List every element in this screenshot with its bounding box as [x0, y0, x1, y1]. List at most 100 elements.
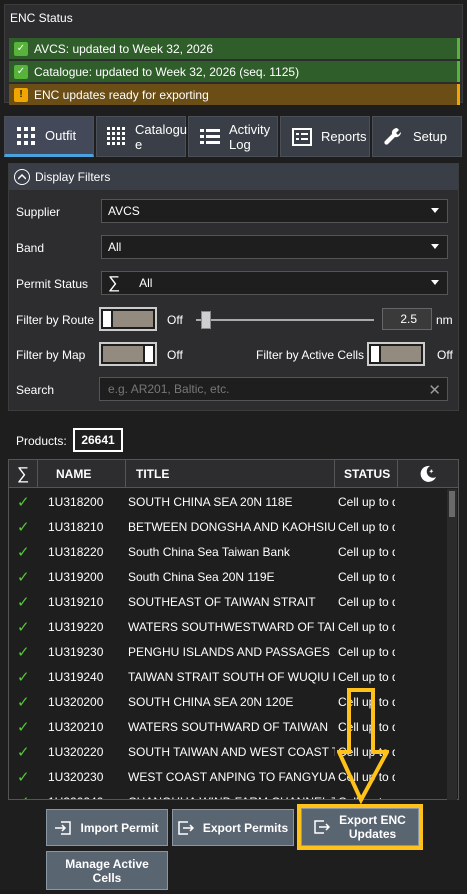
tab-setup[interactable]: Setup	[372, 116, 462, 157]
cell-title: WEST COAST ANPING TO FANGYUAN I	[128, 769, 335, 784]
table-row[interactable]: ✓ 1U318220 South China Sea Taiwan Bank Cell…	[9, 539, 447, 564]
import-icon	[55, 820, 72, 835]
cell-title: South China Sea 20N 119E	[128, 569, 275, 584]
slider-thumb[interactable]	[201, 311, 211, 329]
check-icon: ✓	[17, 543, 30, 561]
cell-title: SOUTH CHINA SEA 20N 118E	[128, 494, 293, 509]
table-row[interactable]: ✓ 1U318200 SOUTH CHINA SEA 20N 118E Cell up…	[9, 489, 447, 514]
table-row[interactable]: ✓ 1U318210 BETWEEN DONGSHA AND KAOHSIUNG Ce…	[9, 514, 447, 539]
cell-title: WATERS SOUTHWARD OF TAIWAN	[128, 719, 328, 734]
toggle-knob	[103, 311, 111, 327]
cell-name: 1U319220	[48, 619, 104, 634]
column-header-name[interactable]: NAME	[38, 460, 126, 488]
distance-unit: nm	[436, 313, 453, 327]
toggle-knob	[145, 346, 153, 362]
report-icon	[291, 126, 313, 148]
wrench-icon	[383, 126, 405, 148]
cell-name: 1U319240	[48, 669, 104, 684]
checkbox-check-icon: ✓	[14, 41, 28, 56]
check-icon: ✓	[17, 768, 30, 786]
manage-active-cells-button[interactable]: Manage Active Cells	[46, 851, 168, 890]
tab-reports[interactable]: Reports	[280, 116, 370, 157]
tab-outfit[interactable]: Outfit	[4, 116, 94, 157]
cell-title: SOUTH TAIWAN AND WEST COAST TO	[128, 744, 335, 759]
toggle-knob	[371, 346, 379, 362]
display-filters-title: Display Filters	[35, 170, 111, 184]
filter-by-active-cells-label: Filter by Active Cells	[256, 348, 365, 362]
check-icon: ✓	[17, 593, 30, 611]
band-value: All	[108, 240, 122, 254]
check-icon: ✓	[17, 643, 30, 661]
column-header-status[interactable]: STATUS	[335, 460, 398, 488]
column-header-title[interactable]: TITLE	[126, 460, 335, 488]
cell-status: Cell up to d	[338, 569, 395, 584]
permit-status-dropdown[interactable]: ∑ All	[101, 271, 448, 295]
supplier-dropdown[interactable]: AVCS	[101, 199, 448, 223]
check-icon: ✓	[17, 618, 30, 636]
toggle-track	[103, 346, 143, 362]
filter-by-route-toggle[interactable]	[99, 307, 157, 331]
import-permit-button[interactable]: Import Permit	[46, 809, 168, 846]
column-header-sigma[interactable]: ∑	[9, 460, 38, 488]
status-text: ENC updates ready for exporting	[34, 87, 209, 102]
table-scrollbar[interactable]	[447, 489, 457, 800]
tab-catalogue[interactable]: Catalogu e	[96, 116, 188, 157]
scrollbar-thumb[interactable]	[449, 491, 455, 517]
list-icon	[199, 126, 221, 148]
sigma-icon: ∑	[108, 273, 121, 292]
filter-by-map-toggle[interactable]	[99, 342, 157, 366]
cell-status: Cell up to d	[338, 519, 395, 534]
table-header: ∑ NAME TITLE STATUS	[9, 460, 458, 488]
products-table: ∑ NAME TITLE STATUS ✓ 1U318200 SOUTH CHINA…	[8, 459, 459, 800]
cell-title: BETWEEN DONGSHA AND KAOHSIUNG	[128, 519, 335, 534]
checkbox-check-icon: ✓	[14, 64, 28, 79]
tab-label: Catalogu e	[135, 121, 188, 152]
cell-title: SOUTHEAST OF TAIWAN STRAIT	[128, 594, 316, 609]
cell-status: Cell up to d	[338, 669, 395, 684]
filter-by-active-cells-toggle[interactable]	[367, 342, 425, 366]
export-permits-button[interactable]: Export Permits	[172, 809, 294, 846]
collapse-icon[interactable]	[14, 169, 30, 185]
table-row[interactable]: ✓ 1U319200 South China Sea 20N 119E Cell up…	[9, 564, 447, 589]
clear-icon[interactable]: ✕	[428, 381, 441, 399]
filter-by-route-state: Off	[167, 313, 183, 327]
table-row[interactable]: ✓ 1U319220 WATERS SOUTHWESTWARD OF TAIWANC…	[9, 614, 447, 639]
cell-name: 1U318210	[48, 519, 104, 534]
search-input[interactable]	[108, 382, 408, 396]
cell-title: TAIWAN STRAIT SOUTH OF WUQIU ISL	[128, 669, 335, 684]
cell-title: SOUTH CHINA SEA 20N 120E	[128, 694, 294, 709]
route-distance-input[interactable]: 2.5	[382, 308, 432, 330]
cell-title: WATERS SOUTHWESTWARD OF TAIWAN	[128, 619, 335, 634]
table-row[interactable]: ✓ 1U319210 SOUTHEAST OF TAIWAN STRAIT Cell …	[9, 589, 447, 614]
cell-name: 1U319230	[48, 644, 104, 659]
status-row-export-ready: ! ENC updates ready for exporting	[9, 84, 460, 105]
check-icon: ✓	[17, 518, 30, 536]
band-dropdown[interactable]: All	[101, 235, 448, 259]
display-filters-header[interactable]: Display Filters	[9, 164, 458, 190]
table-row[interactable]: ✓ 1U319240 TAIWAN STRAIT SOUTH OF WUQIU IS…	[9, 664, 447, 689]
check-icon: ✓	[17, 668, 30, 686]
tab-label: Activity Log	[229, 121, 271, 152]
moon-icon[interactable]	[398, 460, 458, 488]
search-label: Search	[16, 383, 55, 397]
check-icon: ✓	[17, 693, 30, 711]
supplier-value: AVCS	[108, 204, 140, 218]
products-label: Products:	[16, 434, 67, 448]
table-row[interactable]: ✓ 1U319230 PENGHU ISLANDS AND PASSAGES Cell…	[9, 639, 447, 664]
caret-down-icon	[431, 208, 439, 213]
warning-icon: !	[14, 87, 28, 102]
filter-by-map-state: Off	[167, 348, 183, 362]
export-permits-label: Export Permits	[202, 820, 289, 835]
toggle-track	[381, 346, 421, 362]
import-permit-label: Import Permit	[80, 820, 159, 835]
status-text: Catalogue: updated to Week 32, 2026 (seq…	[34, 64, 300, 79]
cell-status: Cell up to d	[338, 494, 395, 509]
filter-by-active-cells-state: Off	[437, 348, 453, 362]
filter-by-route-label: Filter by Route	[16, 313, 95, 327]
check-icon: ✓	[17, 789, 35, 800]
supplier-label: Supplier	[16, 205, 61, 219]
search-box[interactable]: ✕	[99, 377, 448, 401]
route-distance-slider[interactable]	[196, 319, 374, 321]
tab-activity-log[interactable]: Activity Log	[188, 116, 278, 157]
cell-title: CHANGHUA WIND FARM CHANNEL TS	[128, 789, 335, 800]
